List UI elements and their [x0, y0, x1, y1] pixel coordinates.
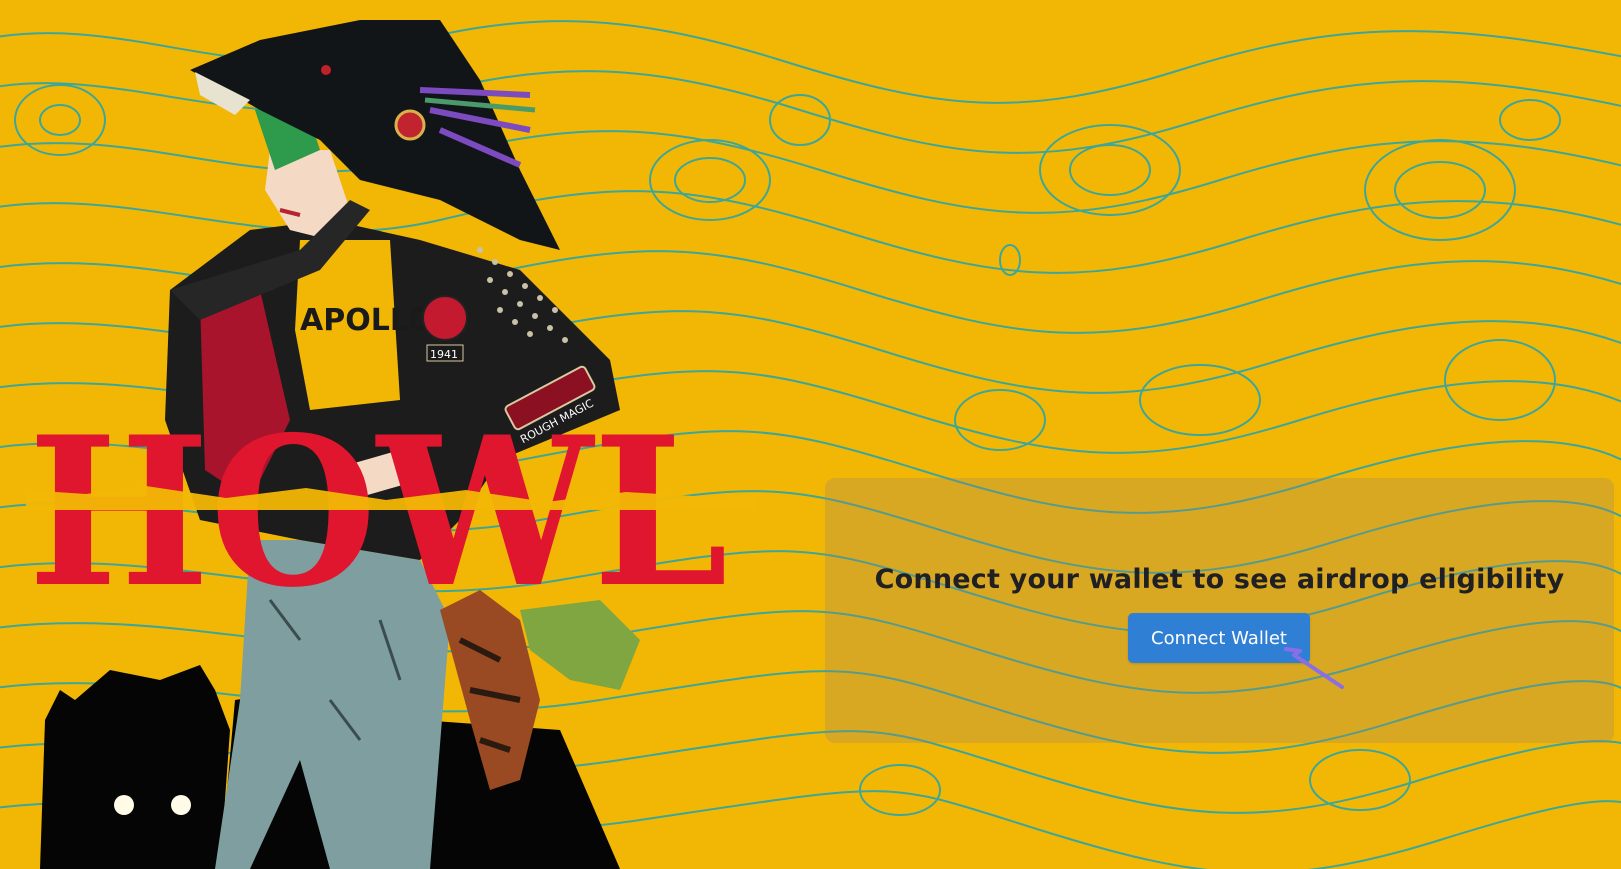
airdrop-panel: Connect your wallet to see airdrop eligi… [825, 478, 1614, 743]
landing-page: APOLLO ROUGH MAGIC 1941 HOWL Connect you… [0, 0, 1621, 869]
badge-text: 1941 [430, 348, 458, 361]
black-cat-silhouette [40, 665, 230, 869]
shirt-text: APOLLO [300, 303, 433, 338]
howl-logo-text: HOWL [28, 418, 728, 618]
howl-logo: HOWL [26, 418, 756, 618]
wolf-headdress [190, 20, 560, 250]
cat-eye-left [114, 795, 134, 815]
cat-eye-right [171, 795, 191, 815]
airdrop-heading: Connect your wallet to see airdrop eligi… [874, 564, 1565, 595]
cursor-arrow-icon [1284, 647, 1344, 689]
